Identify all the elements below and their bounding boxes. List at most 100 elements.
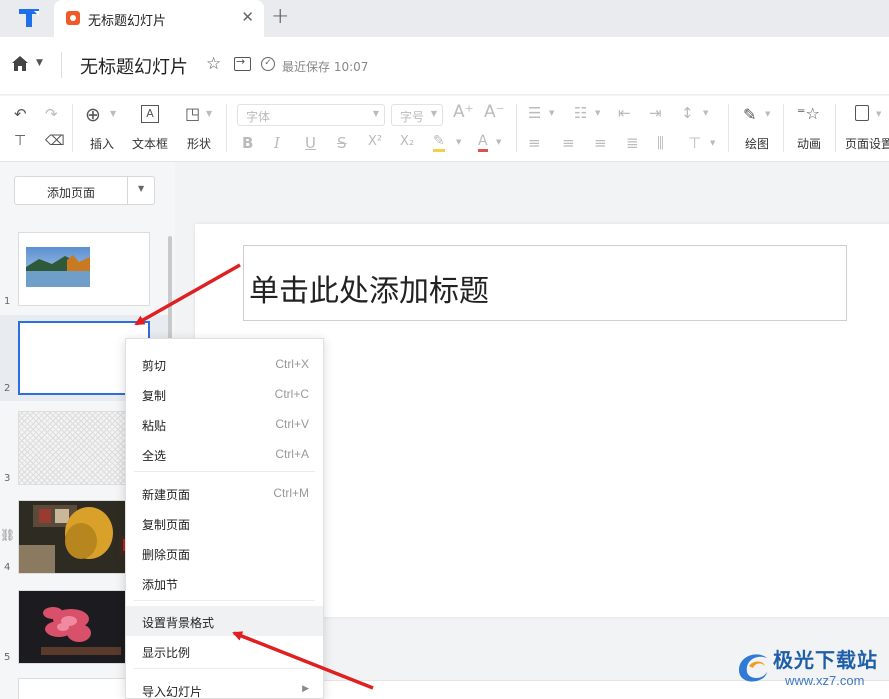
menu-item-background-format[interactable]: 设置背景格式 bbox=[126, 606, 323, 636]
divider bbox=[728, 104, 729, 152]
page-settings-button[interactable]: 页面设置 bbox=[845, 135, 889, 152]
font-size-select[interactable]: 字号 ▼ bbox=[391, 104, 443, 126]
outdent-icon[interactable]: ⇤ bbox=[618, 104, 631, 122]
align-right-icon[interactable]: ≡ bbox=[594, 134, 607, 152]
justify-icon[interactable]: ≣ bbox=[626, 134, 639, 152]
menu-item-label: 导入幻灯片 bbox=[142, 685, 203, 699]
title-bar: ▼ 无标题幻灯片 ☆ ✓ 最近保存 10:07 bbox=[0, 37, 889, 95]
thumbnail-scrollbar[interactable] bbox=[168, 236, 172, 346]
new-tab-button[interactable]: + bbox=[271, 4, 289, 29]
menu-item-label: 新建页面 bbox=[142, 488, 191, 502]
home-menu-caret-icon[interactable]: ▼ bbox=[36, 58, 43, 68]
vertical-align-icon[interactable]: ⊤ bbox=[688, 134, 701, 152]
document-tab[interactable]: 无标题幻灯片 ✕ bbox=[54, 0, 264, 37]
menu-item-shortcut: Ctrl+C bbox=[274, 387, 309, 401]
font-color-icon[interactable]: A bbox=[478, 133, 488, 152]
numbered-list-icon[interactable]: ☷ bbox=[574, 104, 587, 122]
toolbar: ↶ ↷ ⊤ ⌫ ⊕ ▼ 插入 A 文本框 ◳ ▼ 形状 字体 ▼ 字号 ▼ A⁺… bbox=[0, 96, 889, 162]
shape-icon[interactable]: ◳ bbox=[185, 104, 200, 123]
slide-number: 4 bbox=[4, 562, 11, 573]
menu-item-label: 显示比例 bbox=[142, 646, 191, 660]
menu-item-label: 全选 bbox=[142, 449, 167, 463]
menu-item-paste[interactable]: 粘贴 Ctrl+V bbox=[126, 409, 323, 439]
decrease-font-icon[interactable]: A⁻ bbox=[484, 102, 505, 122]
menu-item-duplicate-page[interactable]: 复制页面 bbox=[126, 508, 323, 538]
numbered-caret-icon[interactable]: ▼ bbox=[595, 109, 600, 117]
draw-caret-icon[interactable]: ▼ bbox=[765, 110, 770, 118]
line-spacing-icon[interactable]: ↕ bbox=[681, 104, 694, 122]
bold-icon[interactable]: B bbox=[242, 134, 253, 152]
slide-number: 5 bbox=[4, 652, 11, 663]
chevron-down-icon[interactable]: ▼ bbox=[138, 184, 144, 193]
vertical-align-caret-icon[interactable]: ▼ bbox=[710, 139, 715, 147]
watermark-url: www.xz7.com bbox=[785, 673, 865, 688]
strikethrough-icon[interactable]: S bbox=[337, 134, 347, 152]
undo-icon[interactable]: ↶ bbox=[14, 105, 27, 123]
menu-item-shortcut: Ctrl+V bbox=[275, 417, 309, 431]
divider bbox=[61, 52, 62, 78]
shape-caret-icon[interactable]: ▼ bbox=[206, 109, 212, 118]
menu-item-delete-page[interactable]: 删除页面 bbox=[126, 538, 323, 568]
app-logo-icon[interactable] bbox=[16, 6, 42, 30]
divider bbox=[226, 104, 227, 152]
watermark-logo: 极光下载站 www.xz7.com bbox=[733, 640, 889, 699]
format-painter-icon[interactable]: ⊤ bbox=[14, 133, 26, 149]
home-icon[interactable] bbox=[11, 55, 29, 72]
bullet-list-icon[interactable]: ☰ bbox=[528, 104, 541, 122]
textbox-icon[interactable]: A bbox=[141, 105, 159, 123]
menu-item-label: 复制 bbox=[142, 389, 167, 403]
menu-item-cut[interactable]: 剪切 Ctrl+X bbox=[126, 349, 323, 379]
menu-item-label: 粘贴 bbox=[142, 419, 167, 433]
close-tab-icon[interactable]: ✕ bbox=[241, 8, 254, 26]
menu-item-shortcut: Ctrl+A bbox=[275, 447, 309, 461]
menu-item-select-all[interactable]: 全选 Ctrl+A bbox=[126, 439, 323, 469]
highlight-caret-icon[interactable]: ▼ bbox=[456, 138, 461, 146]
highlight-icon[interactable]: ✎ bbox=[433, 133, 445, 152]
underline-icon[interactable]: U bbox=[305, 134, 316, 152]
menu-item-copy[interactable]: 复制 Ctrl+C bbox=[126, 379, 323, 409]
page-settings-caret-icon[interactable]: ▼ bbox=[876, 110, 881, 118]
slide-number: 3 bbox=[4, 473, 11, 484]
page-settings-icon[interactable] bbox=[855, 105, 869, 121]
bullet-caret-icon[interactable]: ▼ bbox=[549, 109, 554, 117]
star-icon[interactable]: ☆ bbox=[206, 54, 221, 74]
redo-icon[interactable]: ↷ bbox=[45, 105, 58, 123]
title-placeholder[interactable]: 单击此处添加标题 bbox=[243, 245, 847, 321]
move-to-folder-icon[interactable] bbox=[234, 55, 251, 71]
increase-font-icon[interactable]: A⁺ bbox=[453, 102, 474, 122]
align-center-icon[interactable]: ≡ bbox=[562, 134, 575, 152]
menu-item-label: 删除页面 bbox=[142, 548, 191, 562]
insert-icon[interactable]: ⊕ bbox=[85, 104, 101, 126]
subscript-icon[interactable]: X₂ bbox=[400, 134, 414, 149]
menu-item-label: 添加节 bbox=[142, 578, 179, 592]
add-page-label: 添加页面 bbox=[46, 186, 95, 200]
indent-icon[interactable]: ⇥ bbox=[649, 104, 662, 122]
divider bbox=[835, 104, 836, 152]
menu-item-add-section[interactable]: 添加节 bbox=[126, 568, 323, 598]
distribute-icon[interactable]: ⫼ bbox=[657, 134, 664, 152]
add-page-button[interactable]: 添加页面 ▼ bbox=[14, 176, 155, 205]
clear-format-icon[interactable]: ⌫ bbox=[45, 133, 65, 149]
italic-icon[interactable]: I bbox=[274, 134, 280, 152]
insert-button[interactable]: 插入 bbox=[90, 135, 114, 152]
draw-icon[interactable]: ✎ bbox=[743, 105, 756, 124]
textbox-button[interactable]: 文本框 bbox=[132, 135, 168, 152]
save-status: 最近保存 10:07 bbox=[282, 60, 369, 74]
insert-caret-icon[interactable]: ▼ bbox=[110, 109, 116, 118]
line-spacing-caret-icon[interactable]: ▼ bbox=[703, 109, 708, 117]
divider bbox=[72, 104, 73, 152]
font-family-select[interactable]: 字体 ▼ bbox=[237, 104, 385, 126]
align-left-icon[interactable]: ≡ bbox=[528, 134, 541, 152]
animation-button[interactable]: 动画 bbox=[797, 135, 821, 152]
slide-number: 2 bbox=[4, 383, 11, 394]
slide-thumbnail-1[interactable] bbox=[18, 232, 150, 306]
superscript-icon[interactable]: X² bbox=[368, 134, 382, 149]
menu-item-zoom[interactable]: 显示比例 bbox=[126, 636, 323, 666]
font-color-caret-icon[interactable]: ▼ bbox=[496, 138, 501, 146]
draw-button[interactable]: 绘图 bbox=[745, 135, 769, 152]
document-title[interactable]: 无标题幻灯片 bbox=[80, 53, 188, 79]
menu-item-new-page[interactable]: 新建页面 Ctrl+M bbox=[126, 478, 323, 508]
menu-item-import-slides[interactable]: 导入幻灯片 ▶ bbox=[126, 675, 323, 699]
animation-icon[interactable]: ⁼☆ bbox=[797, 104, 820, 123]
shape-button[interactable]: 形状 bbox=[187, 135, 211, 152]
